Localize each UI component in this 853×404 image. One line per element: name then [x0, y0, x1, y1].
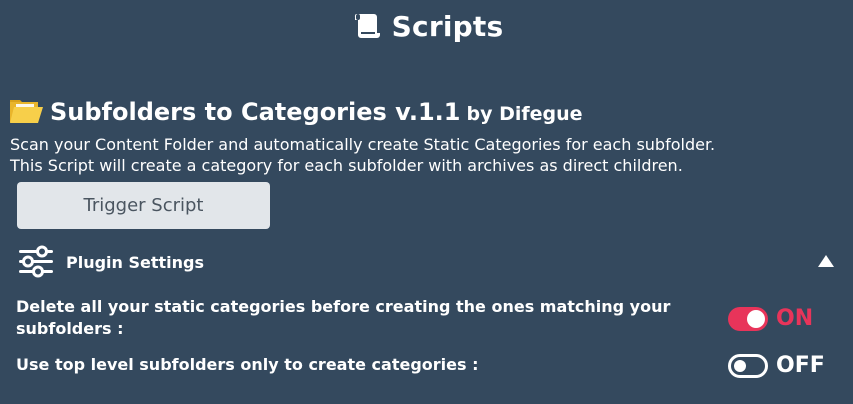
plugin-settings-header[interactable]: Plugin Settings — [16, 243, 841, 281]
top-level-only-toggle[interactable]: OFF — [728, 353, 825, 378]
toggle-switch-on[interactable] — [728, 306, 768, 331]
plugin-name: Subfolders to Categories v.1.1 by Difegue — [50, 98, 583, 126]
plugin-title-row: Subfolders to Categories v.1.1 by Difegue — [8, 94, 583, 126]
trigger-script-button[interactable]: Trigger Script — [17, 182, 270, 229]
plugin-settings-label: Plugin Settings — [66, 252, 205, 272]
page-header: Scripts — [0, 6, 853, 46]
plugin-author: by Difegue — [466, 103, 583, 125]
plugin-name-text: Subfolders to Categories v.1.1 — [50, 98, 461, 126]
setting-row-delete-categories: Delete all your static categories before… — [16, 296, 841, 340]
toggle-state-label: ON — [776, 306, 814, 331]
triangle-up-icon[interactable] — [817, 253, 835, 267]
delete-categories-toggle[interactable]: ON — [728, 306, 813, 331]
sliders-icon — [16, 244, 56, 280]
page-title: Scripts — [391, 9, 504, 43]
plugin-description-line-1: Scan your Content Folder and automatical… — [10, 135, 716, 154]
plugin-description-line-2: This Script will create a category for e… — [10, 156, 683, 175]
setting-label: Delete all your static categories before… — [16, 297, 671, 338]
folder-icon — [8, 94, 44, 126]
scroll-icon — [350, 11, 384, 41]
toggle-switch-off[interactable] — [728, 353, 768, 378]
setting-row-top-level-only: Use top level subfolders only to create … — [16, 354, 841, 376]
toggle-state-label: OFF — [776, 353, 825, 378]
setting-label: Use top level subfolders only to create … — [16, 355, 479, 374]
